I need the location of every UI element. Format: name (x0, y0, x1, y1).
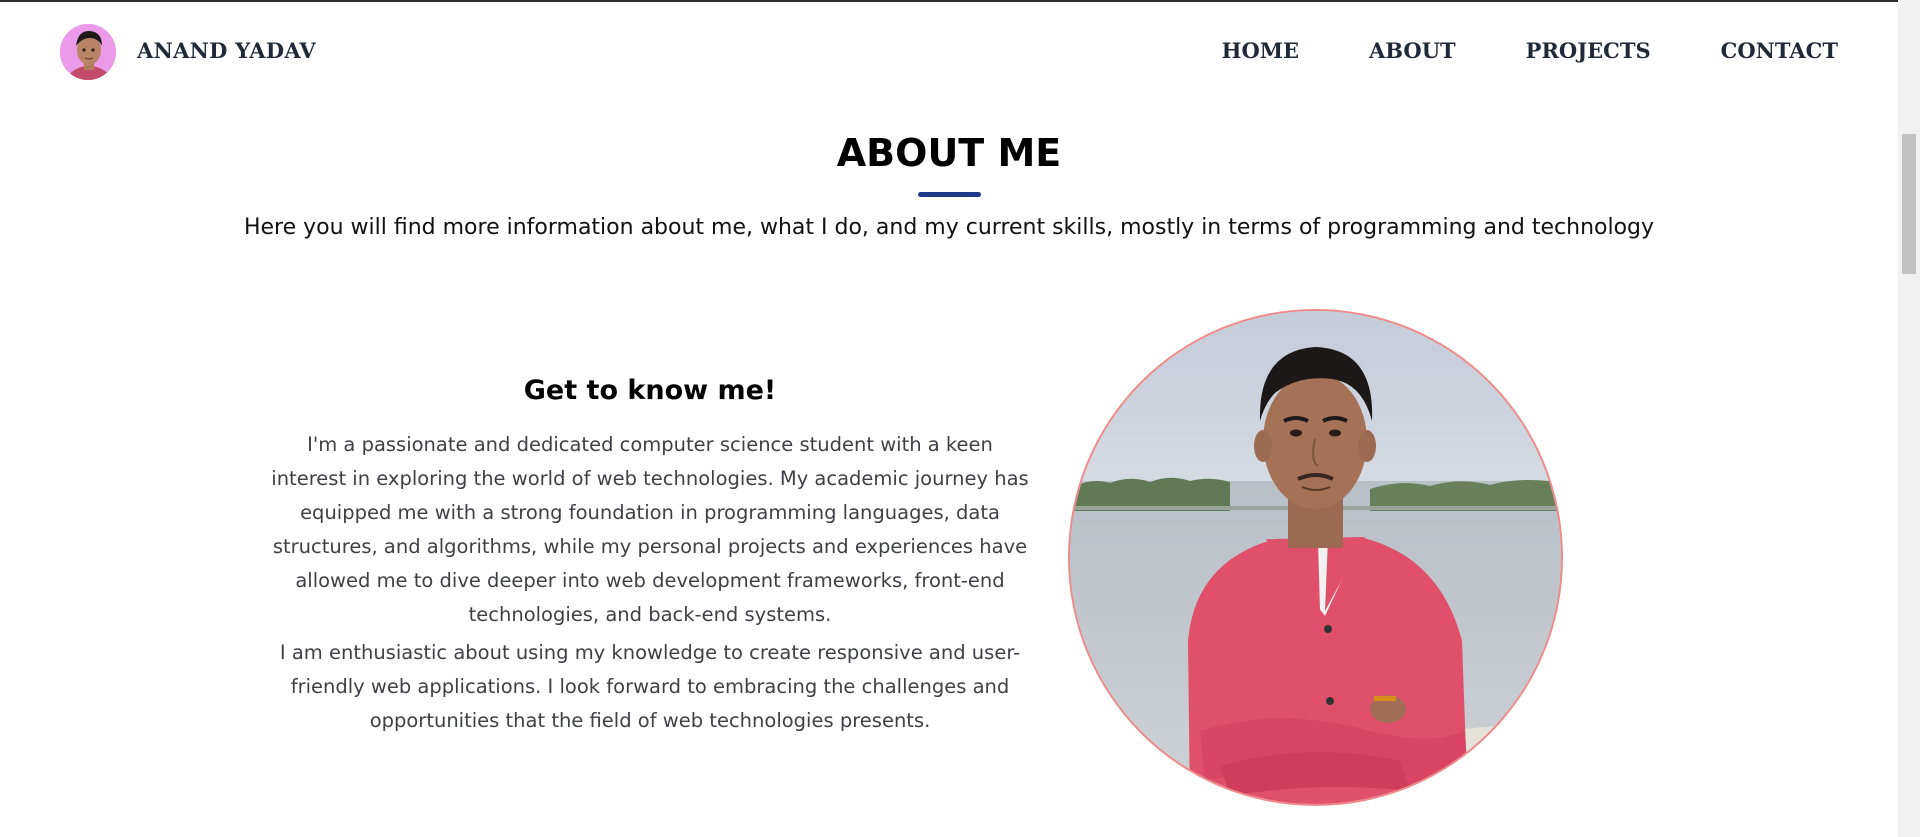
about-text-block: Get to know me! I'm a passionate and ded… (270, 375, 1030, 742)
nav-avatar-photo[interactable] (60, 24, 116, 80)
section-title: ABOUT ME (836, 131, 1062, 175)
scrollbar-thumb[interactable] (1902, 134, 1916, 274)
section-subtitle: Here you will find more information abou… (243, 215, 1655, 240)
title-underline (918, 192, 981, 197)
about-paragraph-1: I'm a passionate and dedicated computer … (271, 433, 1029, 626)
nav-link-home[interactable]: HOME (1222, 38, 1299, 63)
nav-link-projects[interactable]: PROJECTS (1526, 38, 1651, 63)
avatar-face-icon (60, 24, 116, 80)
portrait-photo-icon (1070, 311, 1561, 804)
about-paragraph-2: I am enthusiastic about using my knowled… (279, 641, 1021, 732)
nav-links: HOME ABOUT PROJECTS CONTACT (1222, 38, 1838, 63)
navbar: ANAND YADAV HOME ABOUT PROJECTS CONTACT (0, 2, 1898, 98)
know-me-heading: Get to know me! (523, 375, 777, 406)
page-scrollbar[interactable] (1898, 0, 1920, 837)
nav-link-contact[interactable]: CONTACT (1721, 38, 1838, 63)
nav-link-about[interactable]: ABOUT (1369, 38, 1456, 63)
profile-portrait (1068, 309, 1563, 806)
site-owner-name[interactable]: ANAND YADAV (137, 38, 316, 63)
